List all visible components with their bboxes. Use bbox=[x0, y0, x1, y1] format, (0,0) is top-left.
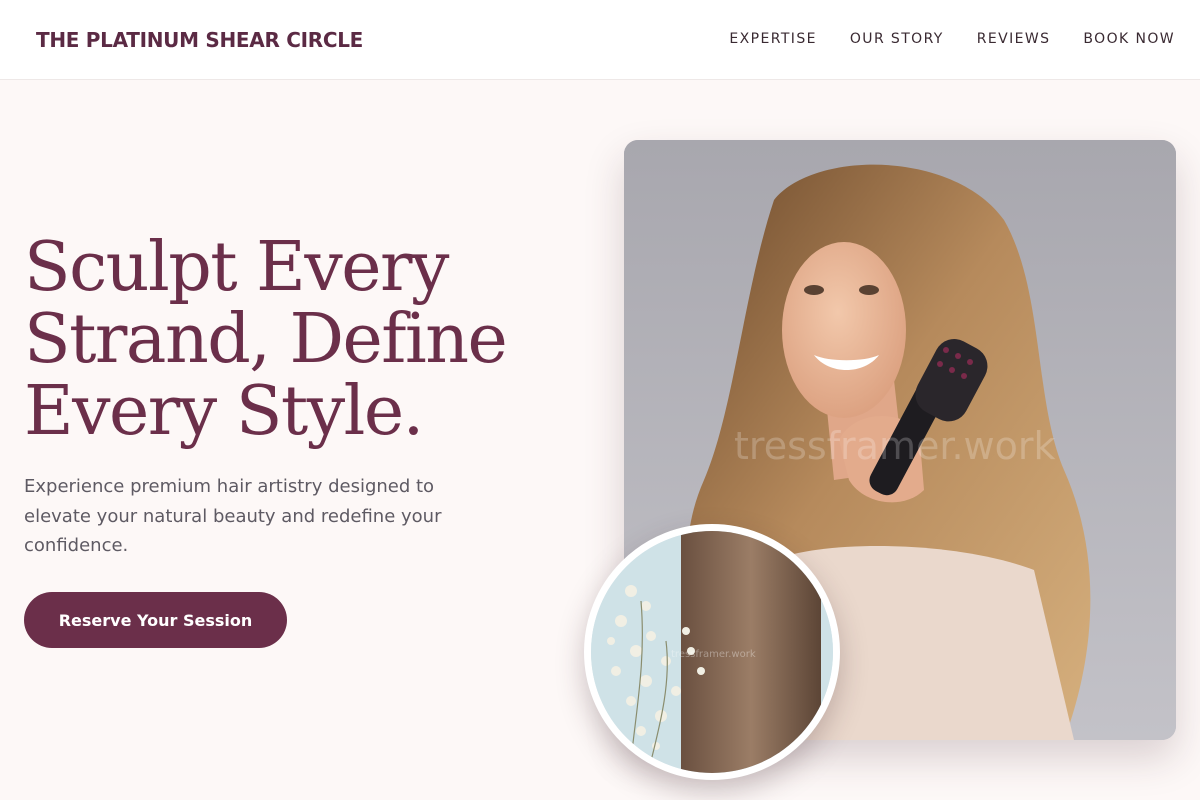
hero-inset-image: tressframer.work bbox=[584, 524, 840, 780]
brand-logo-link[interactable]: THE PLATINUM SHEAR CIRCLE bbox=[36, 28, 363, 52]
image-watermark: tressframer.work bbox=[734, 424, 1056, 468]
hero-title-line-2: Strand, Define bbox=[24, 300, 508, 379]
hero-title-line-1: Sculpt Every bbox=[24, 228, 449, 307]
nav-link-reviews[interactable]: REVIEWS bbox=[977, 31, 1051, 47]
hero-title: Sculpt Every Strand, Define Every Style. bbox=[24, 232, 564, 448]
hero-title-line-3: Every Style. bbox=[24, 372, 424, 451]
top-navigation-bar: THE PLATINUM SHEAR CIRCLE EXPERTISE OUR … bbox=[0, 0, 1200, 80]
nav-link-expertise[interactable]: EXPERTISE bbox=[729, 31, 816, 47]
nav-link-our-story[interactable]: OUR STORY bbox=[850, 31, 944, 47]
inset-image-watermark: tressframer.work bbox=[671, 649, 756, 660]
reserve-session-button[interactable]: Reserve Your Session bbox=[24, 592, 287, 648]
nav-link-book-now[interactable]: BOOK NOW bbox=[1083, 31, 1175, 47]
primary-nav: EXPERTISE OUR STORY REVIEWS BOOK NOW bbox=[729, 31, 1175, 47]
hero-subtitle: Experience premium hair artistry designe… bbox=[24, 476, 442, 556]
